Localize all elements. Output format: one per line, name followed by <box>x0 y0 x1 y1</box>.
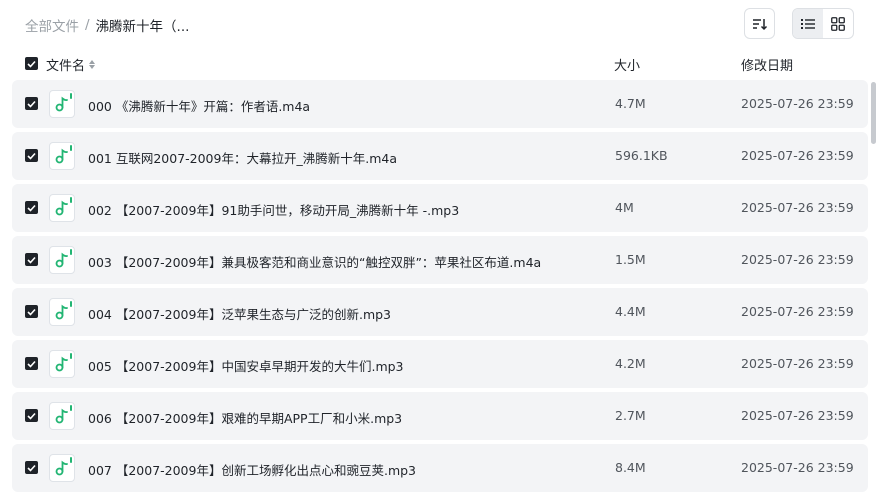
file-name[interactable]: 006 【2007-2009年】艰难的早期APP工厂和小米.mp3 <box>88 408 402 427</box>
checkmark-icon <box>27 412 36 420</box>
checkmark-icon <box>27 100 36 108</box>
checkmark-icon <box>27 204 36 212</box>
breadcrumb-separator: / <box>85 17 90 33</box>
file-date: 2025-07-26 23:59 <box>741 356 854 371</box>
file-date: 2025-07-26 23:59 <box>741 148 854 163</box>
audio-file-icon <box>49 454 75 482</box>
audio-file-icon <box>49 402 75 430</box>
file-size: 4.2M <box>615 356 646 371</box>
table-row[interactable]: 003 【2007-2009年】兼具极客范和商业意识的“触控双胖”：苹果社区布道… <box>12 236 868 284</box>
sort-icon <box>752 18 767 30</box>
file-date: 2025-07-26 23:59 <box>741 304 854 319</box>
file-size: 596.1KB <box>615 148 668 163</box>
checkmark-icon <box>27 308 36 316</box>
checkmark-icon <box>27 464 36 472</box>
table-row[interactable]: 005 【2007-2009年】中国安卓早期开发的大牛们.mp3 4.2M 2025… <box>12 340 868 388</box>
file-list: 000 《沸腾新十年》开篇：作者语.m4a 4.7M 2025-07-26 23:5… <box>12 80 868 495</box>
file-name[interactable]: 004 【2007-2009年】泛苹果生态与广泛的创新.mp3 <box>88 304 391 323</box>
top-bar: 全部文件 / 沸腾新十年（... <box>0 0 878 48</box>
grid-view-button[interactable] <box>823 9 853 38</box>
row-checkbox[interactable] <box>25 357 38 370</box>
file-date: 2025-07-26 23:59 <box>741 252 854 267</box>
row-checkbox[interactable] <box>25 305 38 318</box>
file-size: 4.4M <box>615 304 646 319</box>
file-date: 2025-07-26 23:59 <box>741 96 854 111</box>
list-view-button[interactable] <box>793 9 823 38</box>
column-header-name[interactable]: 文件名 <box>46 55 96 74</box>
row-checkbox[interactable] <box>25 149 38 162</box>
grid-view-icon <box>831 16 845 31</box>
table-row[interactable]: 002 【2007-2009年】91助手问世，移动开局_沸腾新十年 -.mp3 4… <box>12 184 868 232</box>
audio-file-icon <box>49 194 75 222</box>
checkmark-icon <box>27 256 36 264</box>
table-row[interactable]: 001 互联网2007-2009年：大幕拉开_沸腾新十年.m4a 596.1KB 2… <box>12 132 868 180</box>
file-size: 2.7M <box>615 408 646 423</box>
row-checkbox[interactable] <box>25 461 38 474</box>
sort-arrows-icon <box>89 60 96 69</box>
file-size: 8.4M <box>615 460 646 475</box>
audio-file-icon <box>49 350 75 378</box>
row-checkbox[interactable] <box>25 409 38 422</box>
file-date: 2025-07-26 23:59 <box>741 408 854 423</box>
checkmark-icon <box>27 60 36 68</box>
checkmark-icon <box>27 152 36 160</box>
file-name[interactable]: 005 【2007-2009年】中国安卓早期开发的大牛们.mp3 <box>88 356 404 375</box>
file-name[interactable]: 001 互联网2007-2009年：大幕拉开_沸腾新十年.m4a <box>88 148 397 167</box>
row-checkbox[interactable] <box>25 201 38 214</box>
table-row[interactable]: 006 【2007-2009年】艰难的早期APP工厂和小米.mp3 2.7M 202… <box>12 392 868 440</box>
column-header-name-label: 文件名 <box>46 59 86 74</box>
audio-file-icon <box>49 298 75 326</box>
table-row[interactable]: 000 《沸腾新十年》开篇：作者语.m4a 4.7M 2025-07-26 23:5… <box>12 80 868 128</box>
file-size: 1.5M <box>615 252 646 267</box>
file-size: 4M <box>615 200 634 215</box>
list-view-icon <box>801 18 815 29</box>
row-checkbox[interactable] <box>25 253 38 266</box>
file-name[interactable]: 000 《沸腾新十年》开篇：作者语.m4a <box>88 96 310 115</box>
scrollbar-thumb[interactable] <box>871 82 876 144</box>
file-size: 4.7M <box>615 96 646 111</box>
view-toggle <box>792 8 854 39</box>
table-row[interactable]: 004 【2007-2009年】泛苹果生态与广泛的创新.mp3 4.4M 2025-… <box>12 288 868 336</box>
table-header: 文件名 大小 修改日期 <box>0 48 878 80</box>
select-all-checkbox[interactable] <box>25 57 38 70</box>
sort-button[interactable] <box>744 8 775 39</box>
checkmark-icon <box>27 360 36 368</box>
breadcrumb: 全部文件 / 沸腾新十年（... <box>25 15 189 35</box>
column-header-date[interactable]: 修改日期 <box>741 55 793 74</box>
audio-file-icon <box>49 90 75 118</box>
audio-file-icon <box>49 142 75 170</box>
column-header-size[interactable]: 大小 <box>614 55 640 74</box>
file-name[interactable]: 007 【2007-2009年】创新工场孵化出点心和豌豆荚.mp3 <box>88 460 416 479</box>
breadcrumb-root[interactable]: 全部文件 <box>25 15 79 35</box>
file-name[interactable]: 002 【2007-2009年】91助手问世，移动开局_沸腾新十年 -.mp3 <box>88 200 459 219</box>
audio-file-icon <box>49 246 75 274</box>
table-row[interactable]: 007 【2007-2009年】创新工场孵化出点心和豌豆荚.mp3 8.4M 202… <box>12 444 868 492</box>
file-date: 2025-07-26 23:59 <box>741 460 854 475</box>
row-checkbox[interactable] <box>25 97 38 110</box>
file-date: 2025-07-26 23:59 <box>741 200 854 215</box>
file-name[interactable]: 003 【2007-2009年】兼具极客范和商业意识的“触控双胖”：苹果社区布道… <box>88 252 541 271</box>
breadcrumb-current: 沸腾新十年（... <box>95 19 190 35</box>
